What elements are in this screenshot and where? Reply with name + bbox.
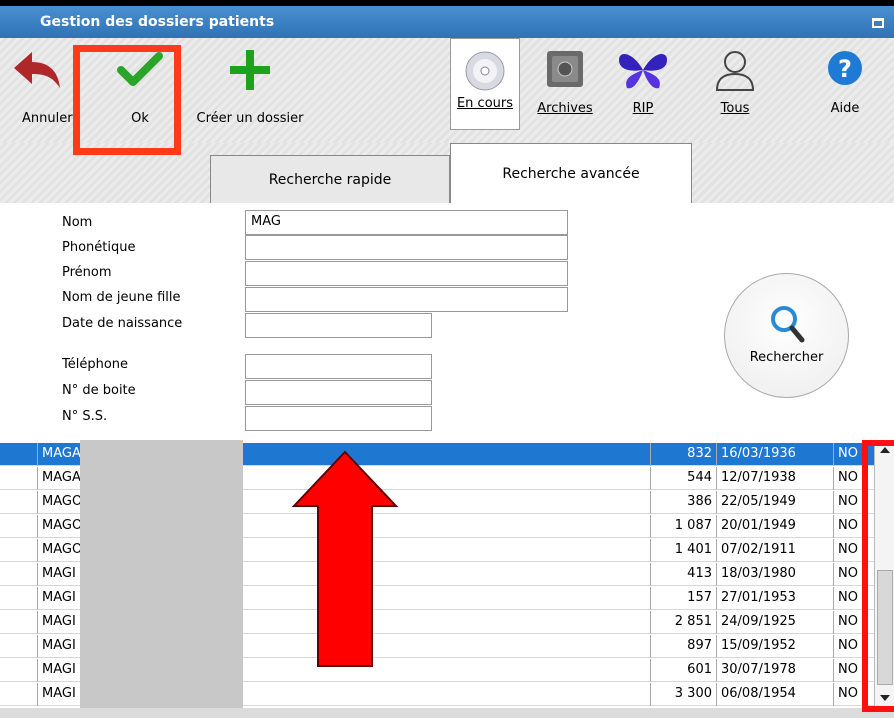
help-label: Aide xyxy=(830,101,860,116)
rip-label: RIP xyxy=(632,101,654,116)
ss-label: N° S.S. xyxy=(62,409,108,424)
record-number-cell: 2 851 xyxy=(650,611,716,634)
ss-field[interactable] xyxy=(245,406,432,431)
row-selector xyxy=(0,515,37,538)
record-number-cell: 386 xyxy=(650,491,716,514)
scrollbar-highlight-box xyxy=(862,440,894,712)
birth-date-cell: 22/05/1949 xyxy=(716,491,833,514)
patient-name-cell: MAGO xyxy=(37,539,81,562)
boite-field[interactable] xyxy=(245,380,432,405)
patient-name-cell: MAGI xyxy=(37,587,81,610)
maximize-icon[interactable] xyxy=(872,18,884,28)
title-bar: Gestion des dossiers patients xyxy=(0,6,894,38)
record-number-cell: 157 xyxy=(650,587,716,610)
record-number-cell: 544 xyxy=(650,467,716,490)
row-selector xyxy=(0,491,37,514)
cancel-button[interactable]: Annuler xyxy=(0,38,73,138)
row-selector xyxy=(0,659,37,682)
create-record-label: Créer un dossier xyxy=(196,111,304,126)
patient-name-cell: MAGI xyxy=(37,683,81,706)
en-cours-label: En cours xyxy=(456,96,514,111)
birth-date-cell: 30/07/1978 xyxy=(716,659,833,682)
record-number-cell: 832 xyxy=(650,443,716,466)
patient-name-cell: MAGO xyxy=(37,491,81,514)
jeune-fille-label: Nom de jeune fille xyxy=(62,290,181,305)
row-selector xyxy=(0,587,37,610)
nom-field[interactable]: MAG xyxy=(245,210,568,235)
birth-date-cell: 27/01/1953 xyxy=(716,587,833,610)
ok-highlight-box xyxy=(73,45,181,155)
boite-label: N° de boite xyxy=(62,383,136,398)
rip-button[interactable]: RIP xyxy=(608,38,678,138)
patient-name-cell: MAGI xyxy=(37,635,81,658)
patient-name-cell: MAGA xyxy=(37,443,81,466)
record-number-cell: 3 300 xyxy=(650,683,716,706)
search-button[interactable]: Rechercher xyxy=(724,273,849,398)
plus-icon xyxy=(230,50,270,90)
create-record-button[interactable]: Créer un dossier xyxy=(188,38,312,138)
patient-name-cell: MAGI xyxy=(37,611,81,634)
phonetique-label: Phonétique xyxy=(62,240,136,255)
row-selector xyxy=(0,635,37,658)
nom-label: Nom xyxy=(62,215,93,230)
status-bar xyxy=(0,708,894,718)
telephone-label: Téléphone xyxy=(62,357,129,372)
safe-icon xyxy=(547,51,583,87)
advanced-search-form: Nom MAG Phonétique Prénom Nom de jeune f… xyxy=(0,203,894,440)
tab-recherche-avancee[interactable]: Recherche avancée xyxy=(450,143,692,203)
row-selector xyxy=(0,443,37,466)
naissance-field[interactable] xyxy=(245,313,432,338)
disc-icon xyxy=(465,51,505,91)
record-number-cell: 1 087 xyxy=(650,515,716,538)
row-selector xyxy=(0,683,37,706)
row-selector xyxy=(0,539,37,562)
patient-records-window: Gestion des dossiers patients Annuler Ok… xyxy=(0,0,894,718)
magnifier-icon xyxy=(771,306,805,343)
telephone-field[interactable] xyxy=(245,354,432,379)
help-icon: ? xyxy=(828,51,862,85)
person-icon xyxy=(715,51,755,91)
row-selector xyxy=(0,611,37,634)
birth-date-cell: 18/03/1980 xyxy=(716,563,833,586)
record-number-cell: 601 xyxy=(650,659,716,682)
birth-date-cell: 07/02/1911 xyxy=(716,539,833,562)
patient-name-cell: MAGI xyxy=(37,659,81,682)
birth-date-cell: 15/09/1952 xyxy=(716,635,833,658)
birth-date-cell: 24/09/1925 xyxy=(716,611,833,634)
phonetique-field[interactable] xyxy=(245,235,568,260)
prenom-label: Prénom xyxy=(62,265,112,280)
window-title: Gestion des dossiers patients xyxy=(40,14,275,30)
redacted-block xyxy=(80,440,243,718)
svg-text:?: ? xyxy=(838,55,852,83)
undo-arrow-icon xyxy=(14,52,60,88)
record-number-cell: 413 xyxy=(650,563,716,586)
patient-name-cell: MAGO xyxy=(37,515,81,538)
record-number-cell: 1 401 xyxy=(650,539,716,562)
archives-label: Archives xyxy=(537,101,593,116)
birth-date-cell: 16/03/1936 xyxy=(716,443,833,466)
birth-date-cell: 12/07/1938 xyxy=(716,467,833,490)
row-selector xyxy=(0,563,37,586)
search-label: Rechercher xyxy=(749,350,824,365)
archives-button[interactable]: Archives xyxy=(530,38,600,138)
patient-name-cell: MAGA xyxy=(37,467,81,490)
birth-date-cell: 06/08/1954 xyxy=(716,683,833,706)
cancel-label: Annuler xyxy=(22,111,73,126)
naissance-label: Date de naissance xyxy=(62,316,183,331)
jeune-fille-field[interactable] xyxy=(245,287,568,312)
tous-label: Tous xyxy=(720,101,750,116)
tous-button[interactable]: Tous xyxy=(700,38,770,138)
en-cours-button[interactable]: En cours xyxy=(450,38,520,130)
tab-recherche-rapide[interactable]: Recherche rapide xyxy=(210,155,450,203)
red-arrow-annotation xyxy=(291,450,399,667)
birth-date-cell: 20/01/1949 xyxy=(716,515,833,538)
record-number-cell: 897 xyxy=(650,635,716,658)
row-selector xyxy=(0,467,37,490)
butterfly-icon xyxy=(619,54,667,89)
patient-name-cell: MAGI xyxy=(37,563,81,586)
help-button[interactable]: ? Aide xyxy=(815,38,875,138)
prenom-field[interactable] xyxy=(245,261,568,286)
